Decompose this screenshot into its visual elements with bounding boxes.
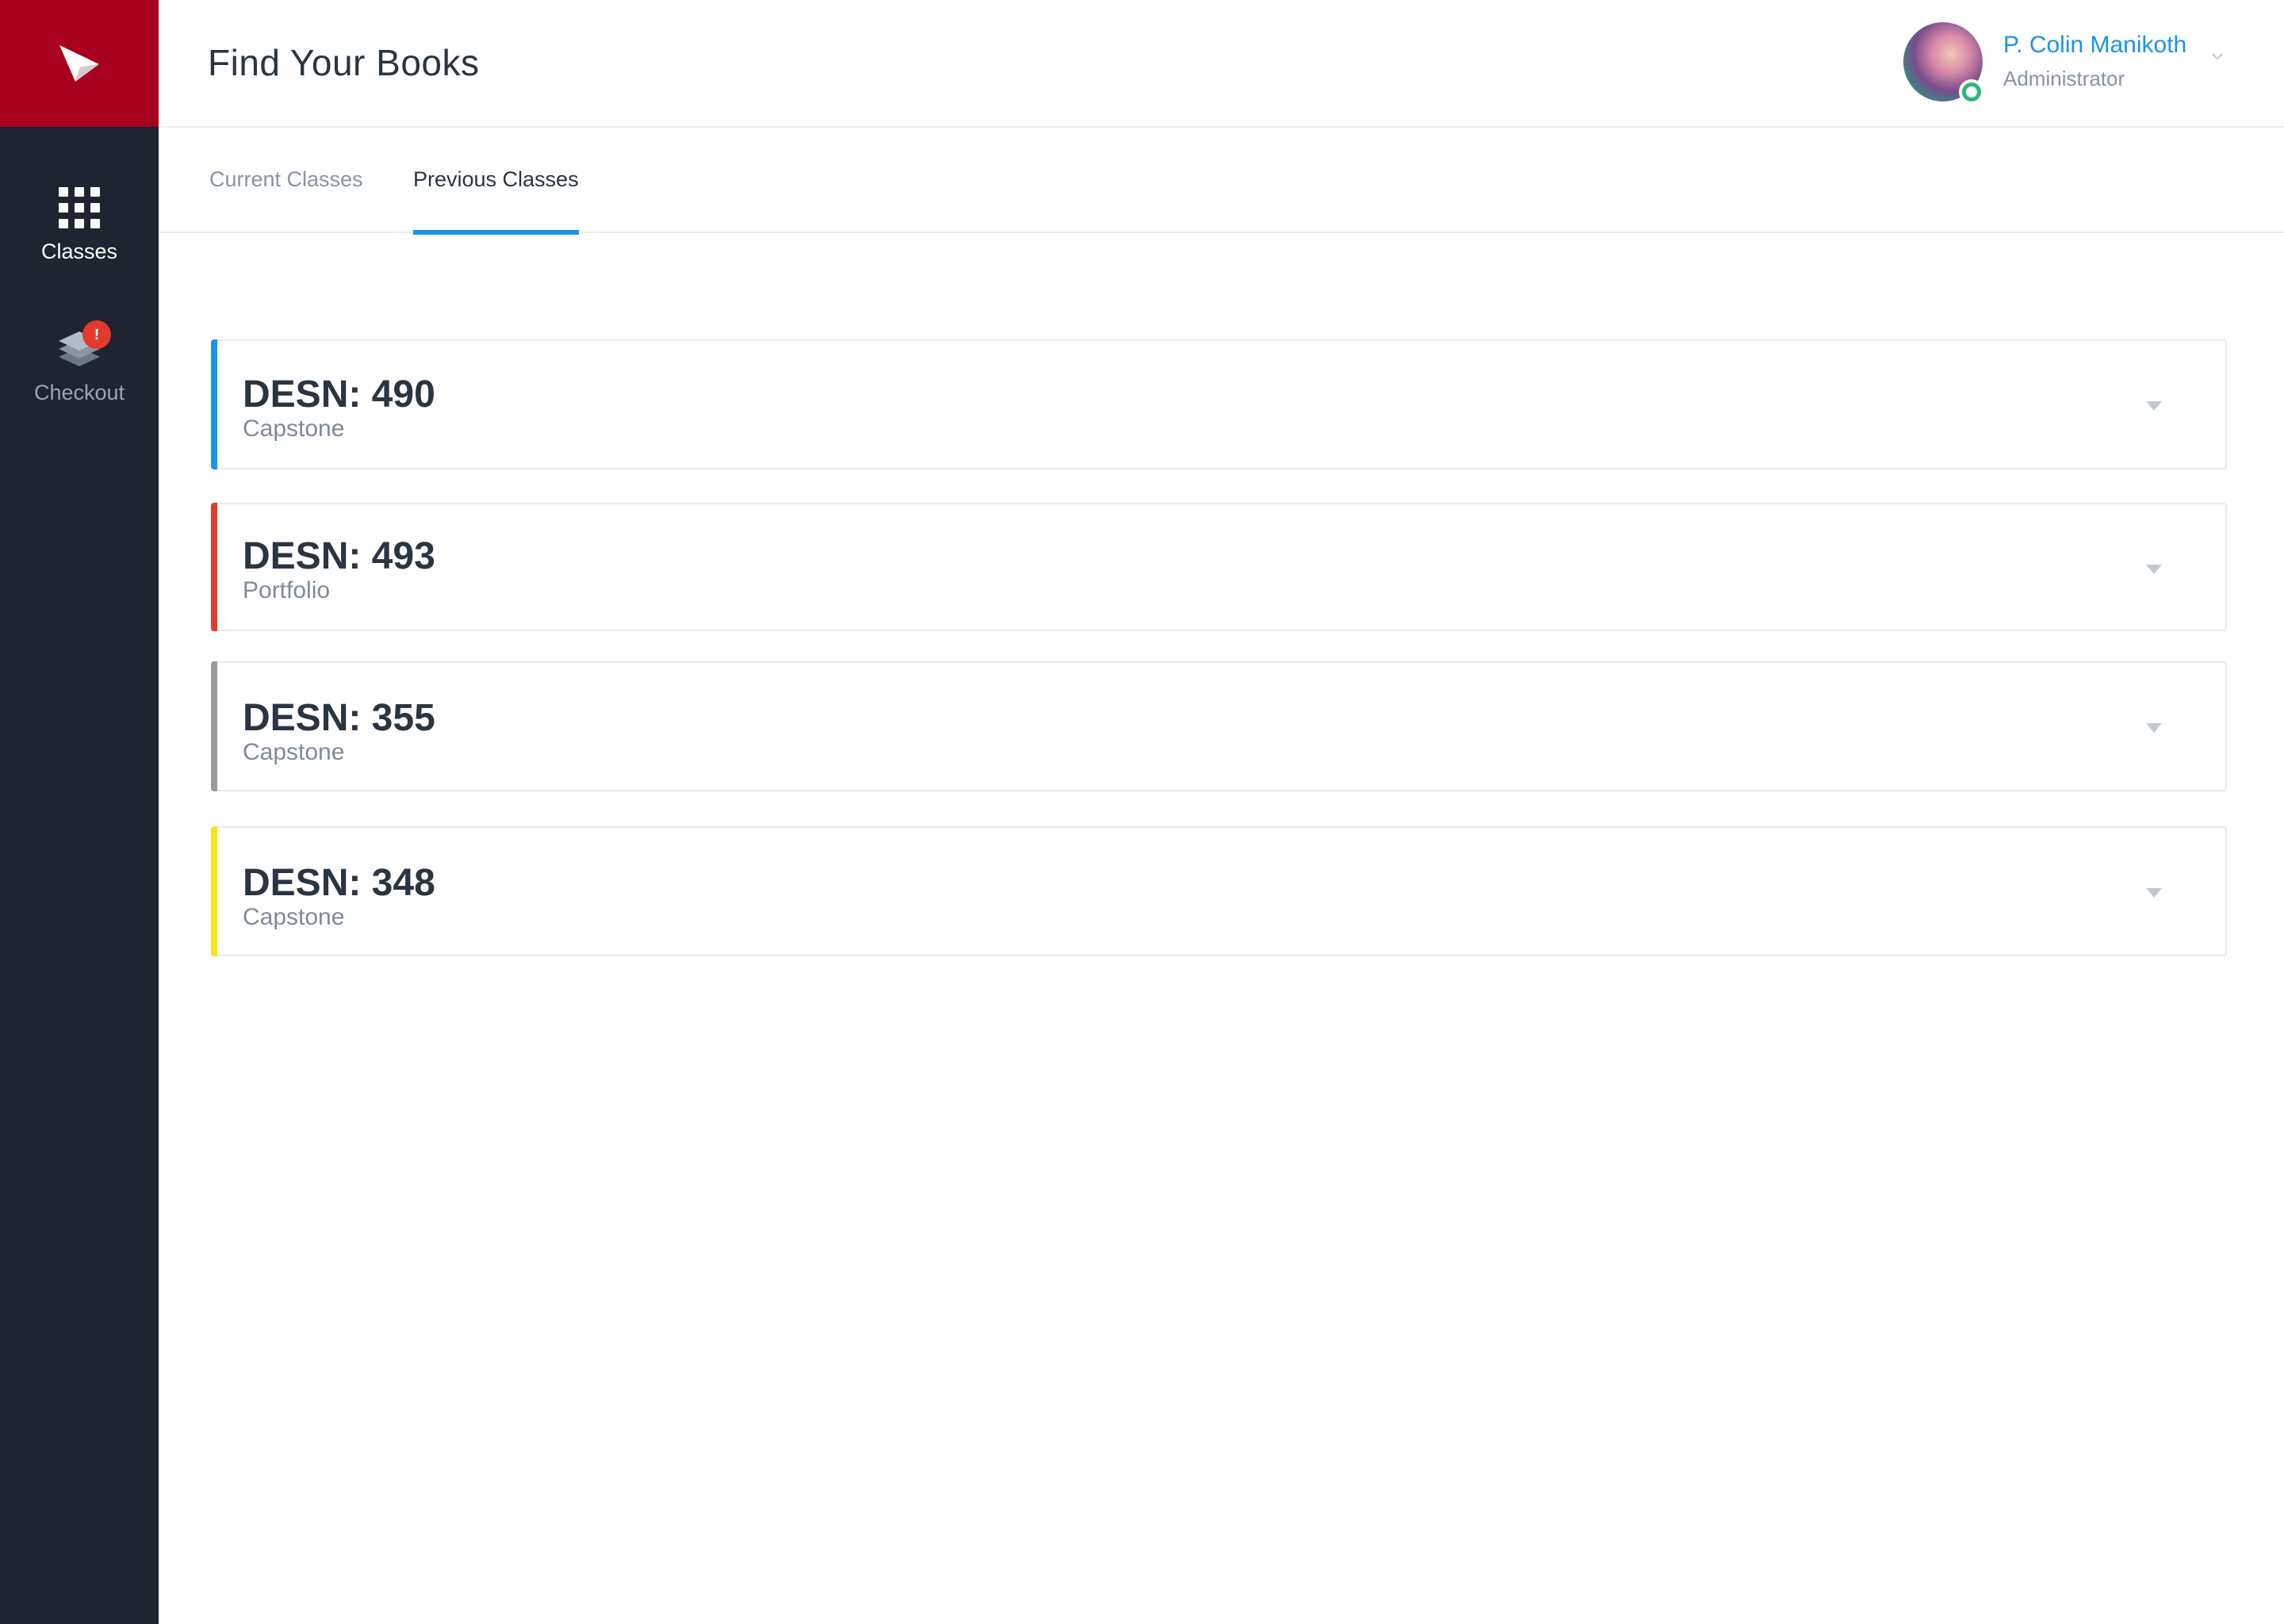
class-card[interactable]: DESN: 355 Capstone <box>211 661 2227 791</box>
class-card[interactable]: DESN: 348 Capstone <box>211 826 2227 956</box>
class-color-bar <box>211 503 217 631</box>
tab-bar: Current Classes Previous Classes <box>159 128 2284 235</box>
page-title: Find Your Books <box>208 42 480 83</box>
class-card[interactable]: DESN: 493 Portfolio <box>211 503 2227 631</box>
caret-down-icon[interactable] <box>2146 723 2162 733</box>
class-name: Portfolio <box>243 577 331 603</box>
header: Find Your Books P. Colin Manikoth Admini… <box>159 0 2284 128</box>
online-status-icon <box>1959 79 1984 105</box>
class-color-bar <box>211 661 217 791</box>
tab-previous-classes[interactable]: Previous Classes <box>413 167 579 235</box>
class-code: DESN: 493 <box>243 535 435 577</box>
caret-down-icon[interactable] <box>2146 888 2162 898</box>
class-card[interactable]: DESN: 490 Capstone <box>211 339 2227 469</box>
class-color-bar <box>211 826 217 956</box>
sidebar-item-label: Checkout <box>33 381 125 404</box>
class-name: Capstone <box>243 416 345 442</box>
logo[interactable] <box>0 0 159 127</box>
notification-badge: ! <box>82 320 111 349</box>
user-role: Administrator <box>2003 67 2125 90</box>
sidebar: Classes Checkout ! <box>0 0 159 1624</box>
class-code: DESN: 355 <box>243 697 435 739</box>
class-name: Capstone <box>243 904 345 930</box>
tab-current-classes[interactable]: Current Classes <box>209 167 363 233</box>
sidebar-item-classes[interactable]: Classes <box>0 187 159 264</box>
class-name: Capstone <box>243 739 345 765</box>
user-name: P. Colin Manikoth <box>2003 32 2187 58</box>
paper-plane-icon <box>59 45 99 82</box>
grid-icon <box>59 187 100 228</box>
caret-down-icon[interactable] <box>2146 565 2162 574</box>
class-color-bar <box>211 339 217 469</box>
chevron-down-icon[interactable] <box>2211 52 2224 60</box>
sidebar-item-label: Classes <box>40 239 118 263</box>
sidebar-item-checkout[interactable]: Checkout <box>0 319 159 405</box>
caret-down-icon[interactable] <box>2146 401 2162 411</box>
class-code: DESN: 348 <box>243 862 435 904</box>
class-code: DESN: 490 <box>243 373 435 416</box>
